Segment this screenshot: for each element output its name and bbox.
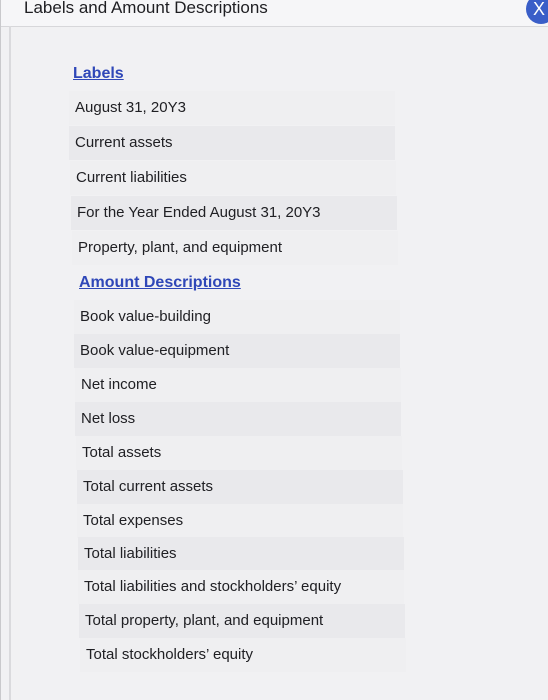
close-icon[interactable]: X xyxy=(533,0,545,19)
title-bar: Labels and Amount Descriptions X xyxy=(1,0,548,27)
label-item-for-the-year[interactable]: For the Year Ended August 31, 20Y3 xyxy=(71,196,397,230)
label-item-current-assets[interactable]: Current assets xyxy=(69,126,395,160)
amount-item-total-liabilities-equity[interactable]: Total liabilities and stockholders’ equi… xyxy=(78,570,404,604)
amount-item-total-liabilities[interactable]: Total liabilities xyxy=(78,537,404,571)
amount-descriptions-heading[interactable]: Amount Descriptions xyxy=(79,266,241,300)
window-title: Labels and Amount Descriptions xyxy=(24,0,268,17)
left-divider xyxy=(9,26,11,700)
amount-item-total-current-assets[interactable]: Total current assets xyxy=(77,470,403,504)
amount-item-total-ppe[interactable]: Total property, plant, and equipment xyxy=(79,604,405,638)
amount-item-total-expenses[interactable]: Total expenses xyxy=(77,504,403,538)
labels-heading[interactable]: Labels xyxy=(73,57,124,91)
close-button[interactable]: X xyxy=(526,0,548,24)
label-item-august-31[interactable]: August 31, 20Y3 xyxy=(69,91,395,125)
amount-item-total-stockholders-equity[interactable]: Total stockholders’ equity xyxy=(80,638,406,672)
amount-item-book-value-building[interactable]: Book value-building xyxy=(74,300,400,334)
amount-item-net-loss[interactable]: Net loss xyxy=(75,402,401,436)
amount-item-total-assets[interactable]: Total assets xyxy=(76,436,402,470)
amount-item-book-value-equipment[interactable]: Book value-equipment xyxy=(74,334,400,368)
amount-item-net-income[interactable]: Net income xyxy=(75,368,401,402)
label-item-ppe[interactable]: Property, plant, and equipment xyxy=(72,231,398,265)
popup-panel: Labels and Amount Descriptions X Labels … xyxy=(0,0,548,700)
label-item-current-liabilities[interactable]: Current liabilities xyxy=(70,161,396,195)
